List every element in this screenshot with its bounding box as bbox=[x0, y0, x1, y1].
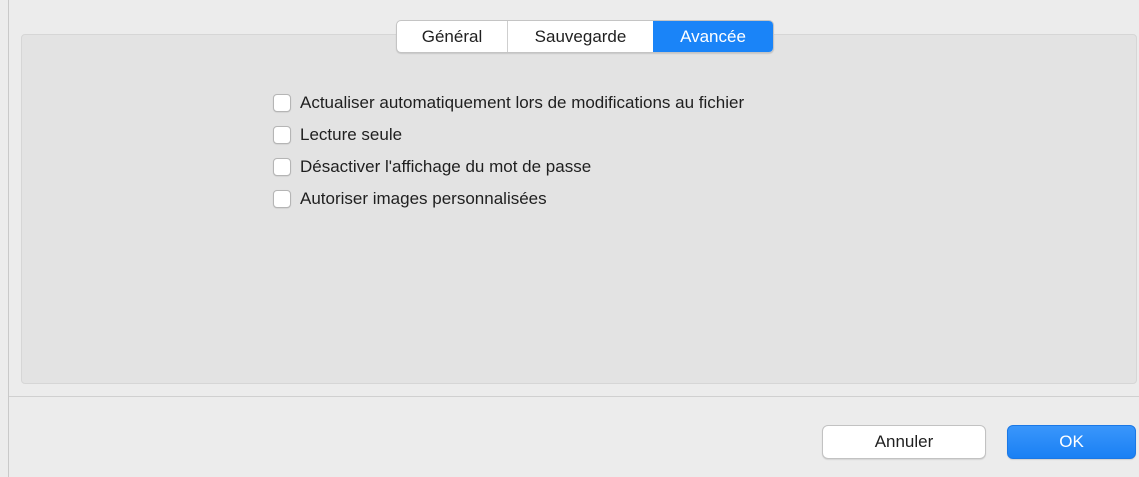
option-auto-refresh[interactable]: Actualiser automatiquement lors de modif… bbox=[273, 91, 744, 115]
preferences-window: Général Sauvegarde Avancée Actualiser au… bbox=[8, 0, 1139, 477]
option-read-only[interactable]: Lecture seule bbox=[273, 123, 744, 147]
ok-button[interactable]: OK bbox=[1007, 425, 1136, 459]
hide-password-checkbox[interactable] bbox=[273, 158, 291, 176]
tab-general[interactable]: Général bbox=[397, 21, 507, 52]
option-label: Lecture seule bbox=[300, 125, 403, 144]
option-label: Actualiser automatiquement lors de modif… bbox=[300, 93, 745, 112]
option-label: Autoriser images personnalisées bbox=[300, 189, 547, 208]
cancel-button[interactable]: Annuler bbox=[822, 425, 986, 459]
option-label: Désactiver l'affichage du mot de passe bbox=[300, 157, 592, 176]
option-hide-password[interactable]: Désactiver l'affichage du mot de passe bbox=[273, 155, 744, 179]
custom-images-checkbox[interactable] bbox=[273, 190, 291, 208]
option-custom-images[interactable]: Autoriser images personnalisées bbox=[273, 187, 744, 211]
tab-avancee[interactable]: Avancée bbox=[653, 21, 773, 52]
advanced-options-list: Actualiser automatiquement lors de modif… bbox=[273, 91, 744, 219]
tab-bar: Général Sauvegarde Avancée bbox=[396, 20, 774, 53]
read-only-checkbox[interactable] bbox=[273, 126, 291, 144]
tab-sauvegarde[interactable]: Sauvegarde bbox=[507, 21, 653, 52]
footer-divider bbox=[9, 396, 1139, 397]
auto-refresh-checkbox[interactable] bbox=[273, 94, 291, 112]
